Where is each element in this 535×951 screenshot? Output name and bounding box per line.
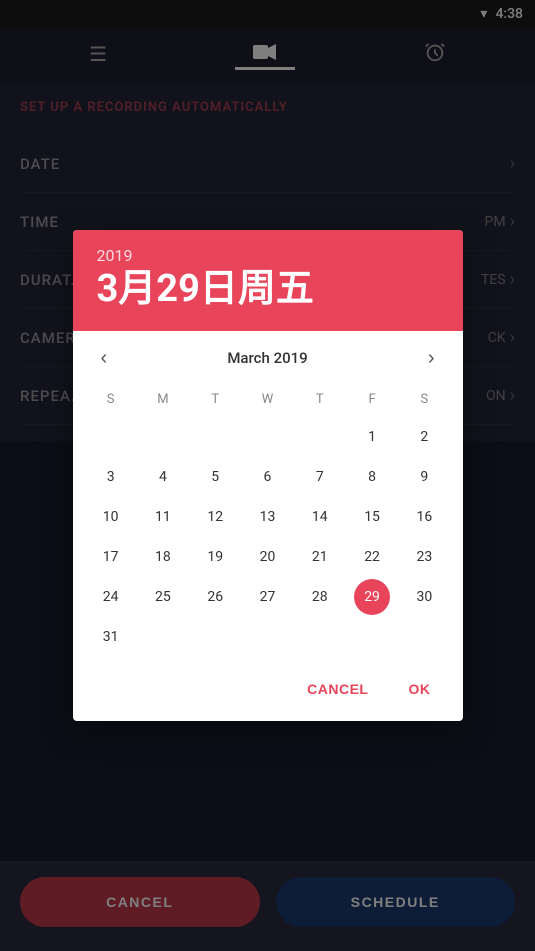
calendar-day[interactable]: 3	[93, 459, 129, 495]
calendar-day[interactable]: 25	[145, 579, 181, 615]
calendar-day	[302, 419, 338, 455]
calendar-day[interactable]: 1	[354, 419, 390, 455]
calendar-day[interactable]: 19	[197, 539, 233, 575]
calendar-day[interactable]: 20	[249, 539, 285, 575]
calendar-day	[145, 419, 181, 455]
calendar-grid: S M T W T F S 12345678910111213141516171…	[85, 386, 451, 657]
calendar-nav: ‹ March 2019 ›	[85, 331, 451, 386]
weekday-f: F	[346, 386, 398, 413]
calendar-day[interactable]: 28	[302, 579, 338, 615]
calendar-day[interactable]: 30	[406, 579, 442, 615]
calendar-day[interactable]: 11	[145, 499, 181, 535]
weekday-s1: S	[85, 386, 137, 413]
calendar-day[interactable]: 18	[145, 539, 181, 575]
weekday-t1: T	[189, 386, 241, 413]
calendar-day[interactable]: 16	[406, 499, 442, 535]
dialog-header: 2019 3月29日周五	[73, 230, 463, 331]
calendar-day[interactable]: 17	[93, 539, 129, 575]
calendar-day[interactable]: 26	[197, 579, 233, 615]
calendar-day	[249, 419, 285, 455]
calendar-day[interactable]: 14	[302, 499, 338, 535]
calendar-day[interactable]: 2	[406, 419, 442, 455]
month-label: March 2019	[227, 349, 307, 367]
calendar-day[interactable]: 15	[354, 499, 390, 535]
calendar-day[interactable]: 9	[406, 459, 442, 495]
calendar-day[interactable]: 23	[406, 539, 442, 575]
weekday-s2: S	[398, 386, 450, 413]
calendar: ‹ March 2019 › S M T W T F S 12345678910…	[73, 331, 463, 665]
dialog-date-title: 3月29日周五	[97, 269, 439, 311]
calendar-day[interactable]: 13	[249, 499, 285, 535]
calendar-day[interactable]: 21	[302, 539, 338, 575]
calendar-day	[93, 419, 129, 455]
calendar-day[interactable]: 7	[302, 459, 338, 495]
calendar-day[interactable]: 31	[93, 619, 129, 655]
weekday-t2: T	[294, 386, 346, 413]
dialog-actions: CANCEL OK	[73, 665, 463, 721]
calendar-day	[197, 419, 233, 455]
next-month-button[interactable]: ›	[420, 343, 443, 374]
calendar-days: 1234567891011121314151617181920212223242…	[85, 417, 451, 657]
calendar-day[interactable]: 22	[354, 539, 390, 575]
calendar-day[interactable]: 5	[197, 459, 233, 495]
dialog-cancel-button[interactable]: CANCEL	[291, 673, 384, 705]
prev-month-button[interactable]: ‹	[93, 343, 116, 374]
weekday-m: M	[137, 386, 189, 413]
calendar-day[interactable]: 24	[93, 579, 129, 615]
calendar-day[interactable]: 10	[93, 499, 129, 535]
calendar-day[interactable]: 12	[197, 499, 233, 535]
weekday-w: W	[241, 386, 293, 413]
weekday-headers: S M T W T F S	[85, 386, 451, 413]
dialog-ok-button[interactable]: OK	[393, 673, 447, 705]
date-picker-dialog: 2019 3月29日周五 ‹ March 2019 › S M T W T F …	[73, 230, 463, 721]
calendar-day[interactable]: 27	[249, 579, 285, 615]
calendar-day[interactable]: 4	[145, 459, 181, 495]
calendar-day[interactable]: 8	[354, 459, 390, 495]
dialog-overlay: 2019 3月29日周五 ‹ March 2019 › S M T W T F …	[0, 0, 535, 951]
calendar-day[interactable]: 6	[249, 459, 285, 495]
calendar-day[interactable]: 29	[354, 579, 390, 615]
dialog-year: 2019	[97, 246, 439, 265]
